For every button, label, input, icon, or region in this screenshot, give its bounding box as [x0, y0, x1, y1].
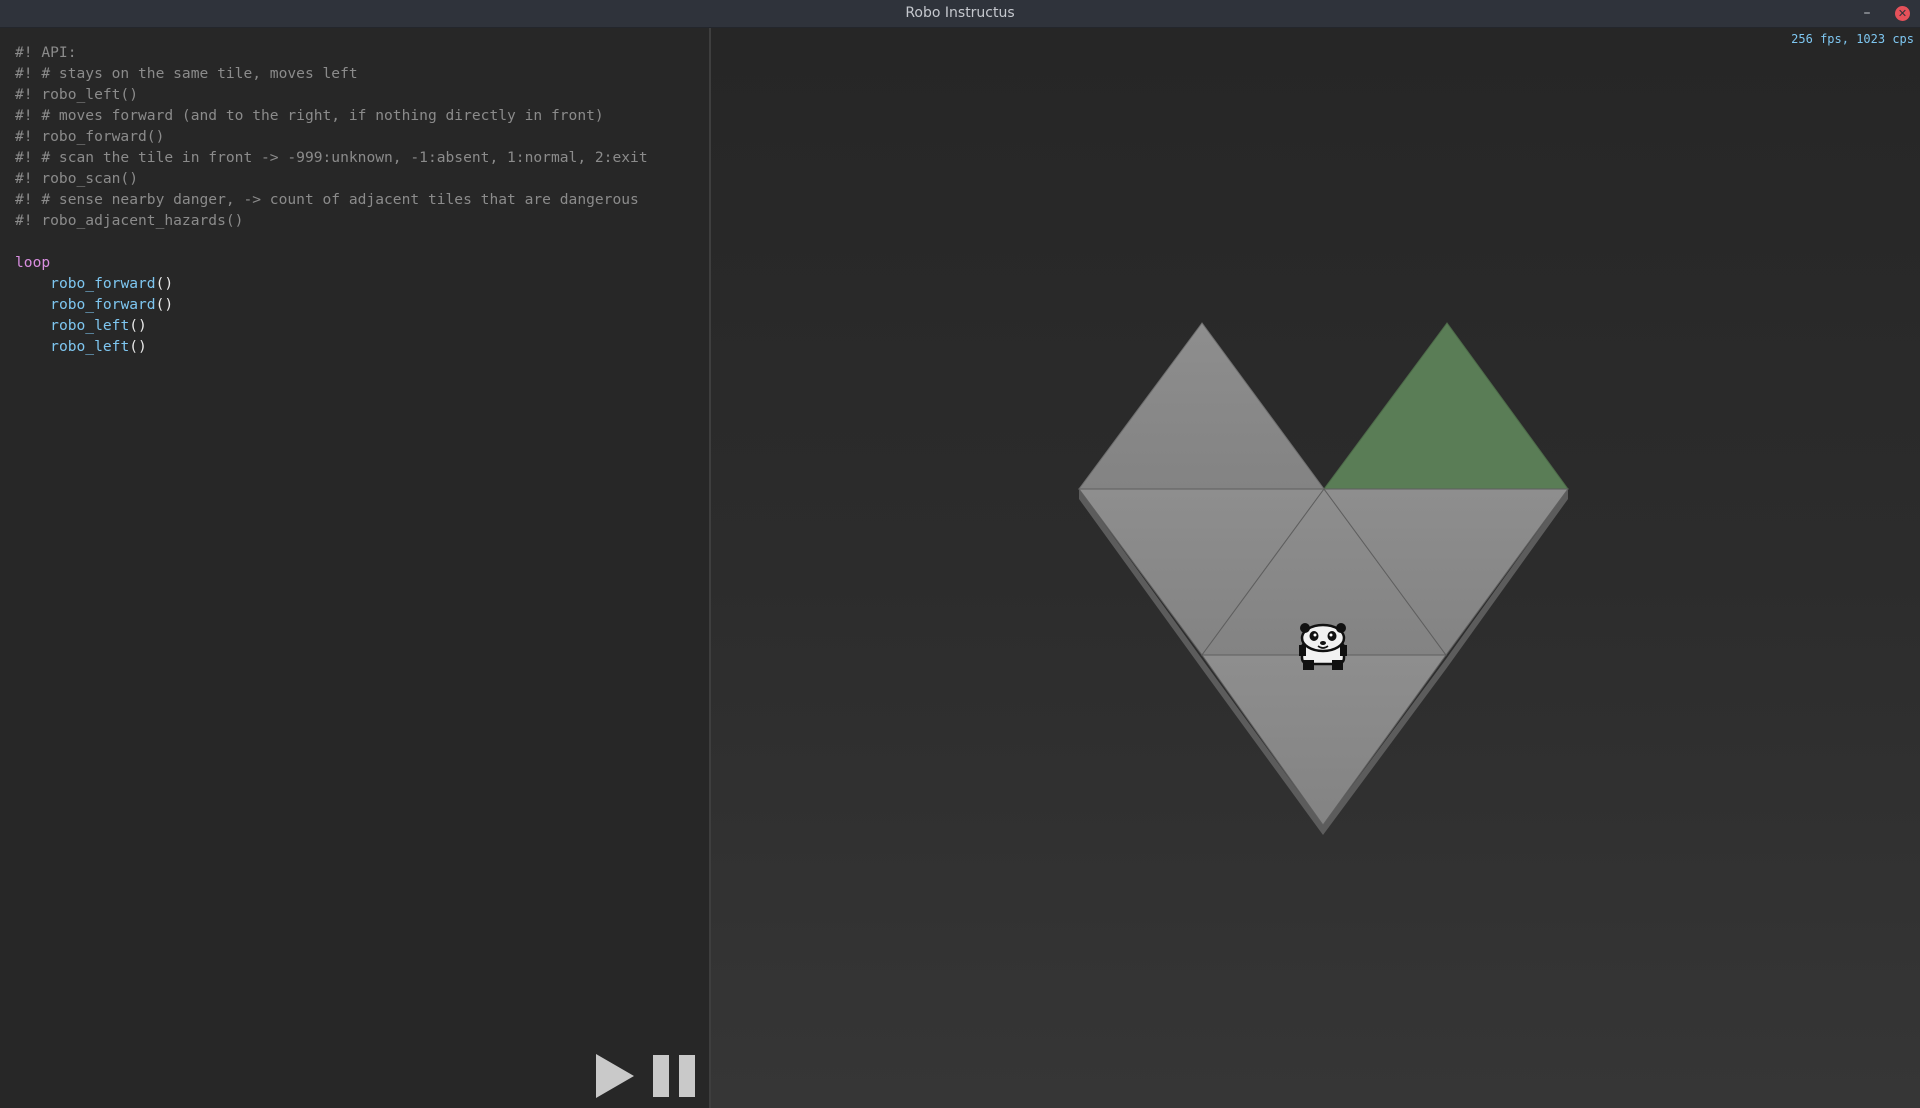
code-editor[interactable]: #! API: #! # stays on the same tile, move… [0, 28, 711, 1108]
panda-robot [1299, 623, 1347, 670]
comment-line: #! robo_forward() [15, 128, 165, 145]
minimize-button[interactable]: – [1858, 4, 1876, 22]
code-line-2: robo_forward() [15, 294, 648, 315]
call-parens: () [155, 296, 174, 313]
comment-line: #! # moves forward (and to the right, if… [15, 107, 604, 124]
function-call: robo_left [50, 317, 130, 334]
close-button[interactable]: ✕ [1895, 6, 1910, 21]
game-viewport[interactable]: 256 fps, 1023 cps [711, 28, 1920, 1108]
play-icon [596, 1054, 634, 1098]
comment-line: #! robo_left() [15, 86, 139, 103]
pause-icon [653, 1055, 669, 1097]
tile [1078, 322, 1325, 490]
comment-line: #! robo_adjacent_hazards() [15, 212, 244, 229]
window-title: Robo Instructus [905, 5, 1015, 21]
code-line-3: robo_left() [15, 315, 648, 336]
function-call: robo_forward [50, 275, 156, 292]
function-call: robo_left [50, 338, 130, 355]
comment-line: #! # stays on the same tile, moves left [15, 65, 358, 82]
call-parens: () [129, 338, 147, 355]
comment-line: #! API: [15, 44, 77, 61]
code-line-4: robo_left() [15, 336, 648, 357]
code-line-1: robo_forward() [15, 273, 648, 294]
title-bar: Robo Instructus – ✕ [0, 0, 1920, 28]
tile [1201, 654, 1447, 826]
pause-button[interactable] [653, 1055, 695, 1097]
comment-line: #! # sense nearby danger, -> count of ad… [15, 191, 639, 208]
comment-line: #! robo_scan() [15, 170, 139, 187]
play-button[interactable] [596, 1054, 638, 1098]
code-text[interactable]: #! API: #! # stays on the same tile, move… [15, 42, 648, 357]
tile-board [1078, 322, 1569, 835]
comment-line: #! # scan the tile in front -> -999:unkn… [15, 149, 648, 166]
call-parens: () [129, 317, 147, 334]
function-call: robo_forward [50, 296, 156, 313]
tile-exit [1323, 322, 1569, 490]
call-parens: () [155, 275, 174, 292]
pause-icon-bar [679, 1055, 695, 1097]
loop-keyword: loop [15, 254, 51, 271]
